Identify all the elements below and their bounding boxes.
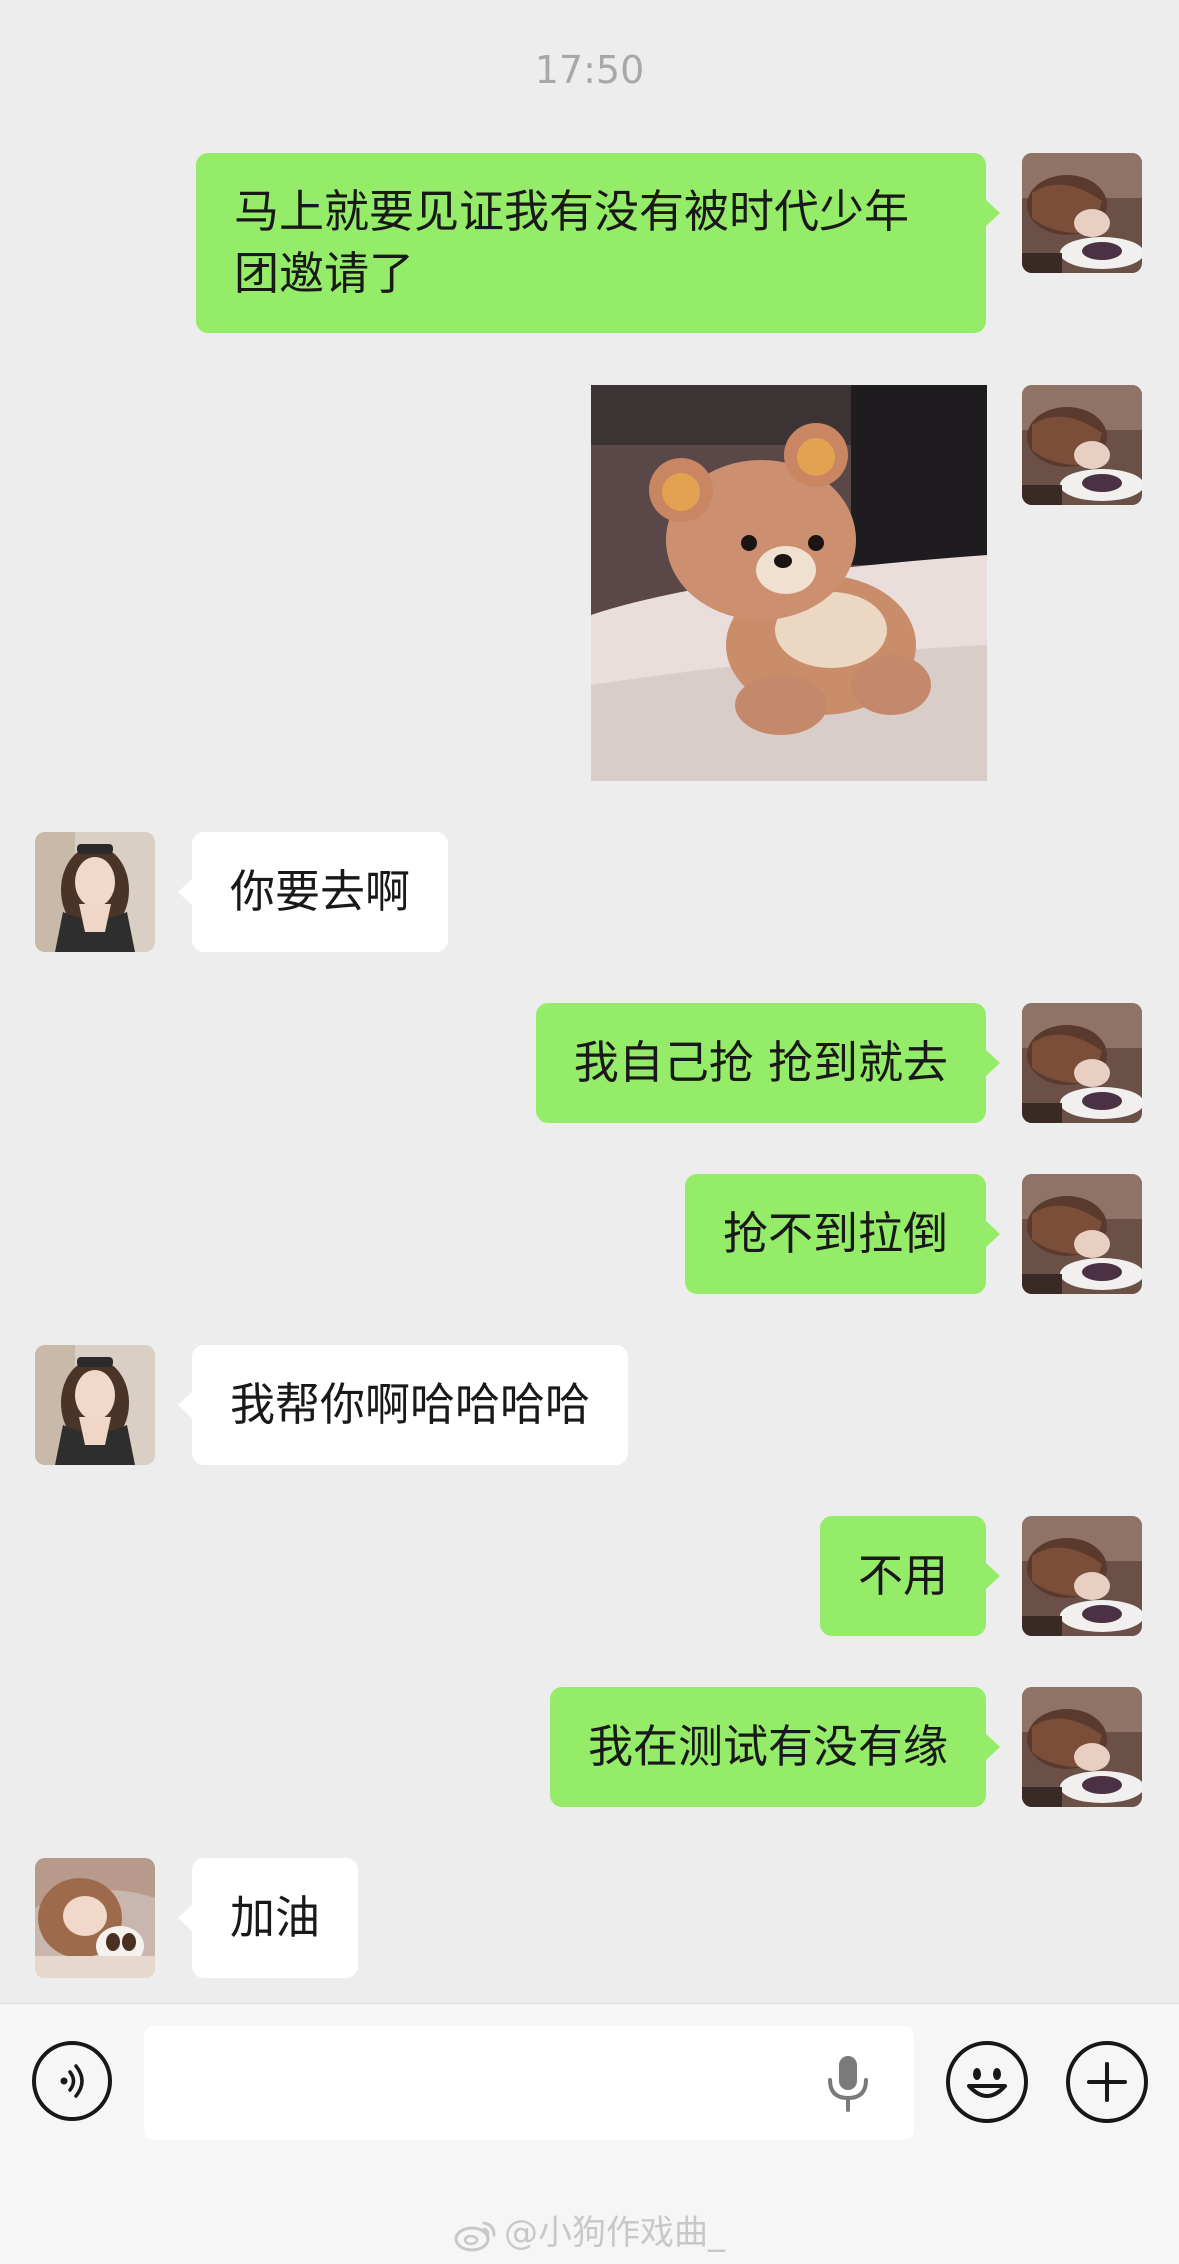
peer-avatar[interactable] (35, 1345, 155, 1465)
voice-toggle-button[interactable] (32, 2041, 112, 2121)
weibo-logo-icon (454, 2221, 496, 2251)
peer-message-bubble[interactable]: 你要去啊 (177, 832, 449, 952)
peer-message-bubble[interactable]: 我帮你啊哈哈哈哈 (177, 1345, 629, 1465)
message-input[interactable] (144, 2026, 914, 2140)
peer-avatar[interactable] (35, 832, 155, 952)
my-message-bubble[interactable]: 不用 (819, 1516, 1001, 1636)
my-avatar[interactable] (1022, 1687, 1142, 1807)
my-avatar[interactable] (1022, 385, 1142, 505)
more-button[interactable] (1066, 2041, 1148, 2123)
emoji-icon (967, 2068, 1007, 2098)
my-avatar[interactable] (1022, 1516, 1142, 1636)
weibo-watermark: @小狗作戏曲_ (0, 2205, 1179, 2254)
bear-sticker-image[interactable] (591, 385, 987, 781)
watermark-text: @小狗作戏曲_ (504, 2213, 725, 2253)
my-message-bubble[interactable]: 我在测试有没有缘 (549, 1687, 1001, 1807)
message-timestamp: 17:50 (534, 48, 645, 92)
peer-message-bubble[interactable]: 加油 (177, 1858, 359, 1978)
my-avatar[interactable] (1022, 1174, 1142, 1294)
my-message-bubble[interactable]: 我自己抢 抢到就去 (535, 1003, 1001, 1123)
microphone-icon[interactable] (820, 2052, 876, 2116)
peer-avatar[interactable] (35, 1858, 155, 1978)
my-avatar[interactable] (1022, 153, 1142, 273)
my-avatar[interactable] (1022, 1003, 1142, 1123)
plus-icon (1087, 2062, 1127, 2102)
emoji-button[interactable] (946, 2041, 1028, 2123)
my-message-bubble[interactable]: 抢不到拉倒 (684, 1174, 1001, 1294)
voice-icon (60, 2064, 84, 2098)
my-message-bubble[interactable]: 马上就要见证我有没有被时代少年团邀请了 (196, 153, 1000, 333)
